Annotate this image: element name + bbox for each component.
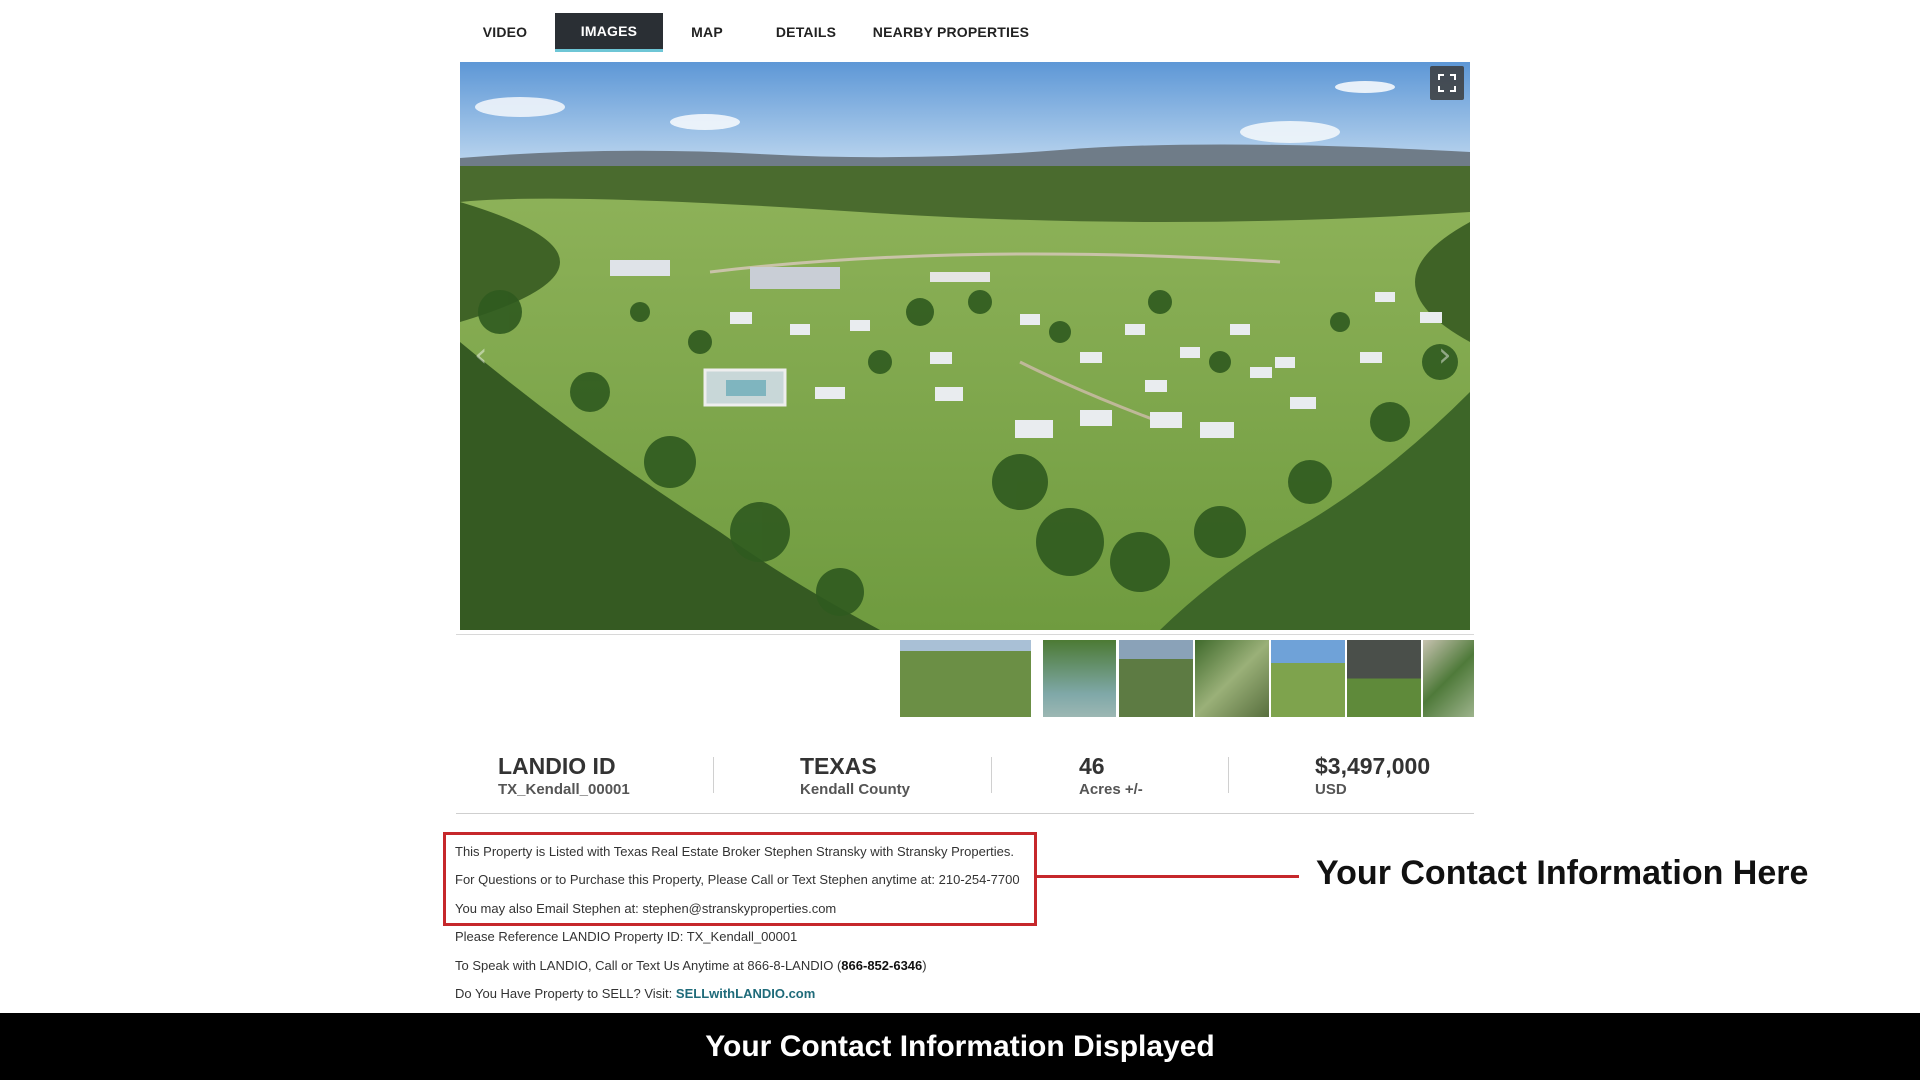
chevron-right-icon[interactable]: › [1438,335,1452,375]
expand-icon[interactable] [1430,66,1464,100]
price-currency: USD [1315,781,1347,798]
callout-label: Your Contact Information Here [1316,854,1809,892]
acres-value: 46 [1079,753,1105,779]
stats-divider [456,813,1474,814]
tab-nearby-properties[interactable]: NEARBY PROPERTIES [861,13,1041,52]
tab-map[interactable]: MAP [663,13,751,52]
landio-id-label: LANDIO ID [498,753,616,779]
stat-acres: 46 Acres +/- [1079,752,1143,800]
page: VIDEO IMAGES MAP DETAILS NEARBY PROPERTI… [0,0,1920,1080]
gallery-divider [456,634,1474,635]
tab-details[interactable]: DETAILS [751,13,861,52]
landio-id-value: TX_Kendall_00001 [498,781,630,798]
callout-connector-line [1037,875,1299,878]
aerial-ranch-illustration [460,62,1470,630]
caption-text: Your Contact Information Displayed [705,1029,1215,1063]
stat-divider [1228,757,1229,793]
contact-highlight-box [443,832,1037,926]
stat-divider [713,757,714,793]
thumbnail-7[interactable] [1423,640,1474,717]
thumbnail-6[interactable] [1347,640,1421,717]
property-reference-text: Please Reference LANDIO Property ID: TX_… [455,929,798,944]
stat-state: TEXAS Kendall County [800,752,910,800]
stat-divider [991,757,992,793]
county-value: Kendall County [800,781,911,798]
sell-prefix: Do You Have Property to SELL? Visit: [455,986,676,1001]
acres-unit: Acres +/- [1079,781,1143,798]
thumbnail-5[interactable] [1271,640,1345,717]
landio-contact-text: To Speak with LANDIO, Call or Text Us An… [455,958,927,974]
landio-contact-suffix: ) [922,958,927,973]
tab-images[interactable]: IMAGES [555,13,663,52]
landio-phone[interactable]: 866-852-6346 [841,958,922,973]
caption-banner: Your Contact Information Displayed [0,1013,1920,1080]
thumbnail-4[interactable] [1195,640,1269,717]
sell-with-landio-link[interactable]: SELLwithLANDIO.com [676,986,815,1001]
sell-property-text: Do You Have Property to SELL? Visit: SEL… [455,986,815,1002]
stat-landio-id: LANDIO ID TX_Kendall_00001 [498,752,630,800]
price-value: $3,497,000 [1315,753,1431,779]
chevron-left-icon[interactable]: ‹ [474,335,488,375]
thumbnail-2[interactable] [1043,640,1116,717]
state-value: TEXAS [800,753,877,779]
thumbnail-3[interactable] [1119,640,1193,717]
main-property-image[interactable] [460,62,1470,630]
tab-video[interactable]: VIDEO [455,13,555,52]
thumbnail-1[interactable] [900,640,1031,717]
landio-contact-prefix: To Speak with LANDIO, Call or Text Us An… [455,958,842,973]
stat-price: $3,497,000 USD [1315,752,1430,800]
gallery-tabs: VIDEO IMAGES MAP DETAILS NEARBY PROPERTI… [455,13,1041,52]
